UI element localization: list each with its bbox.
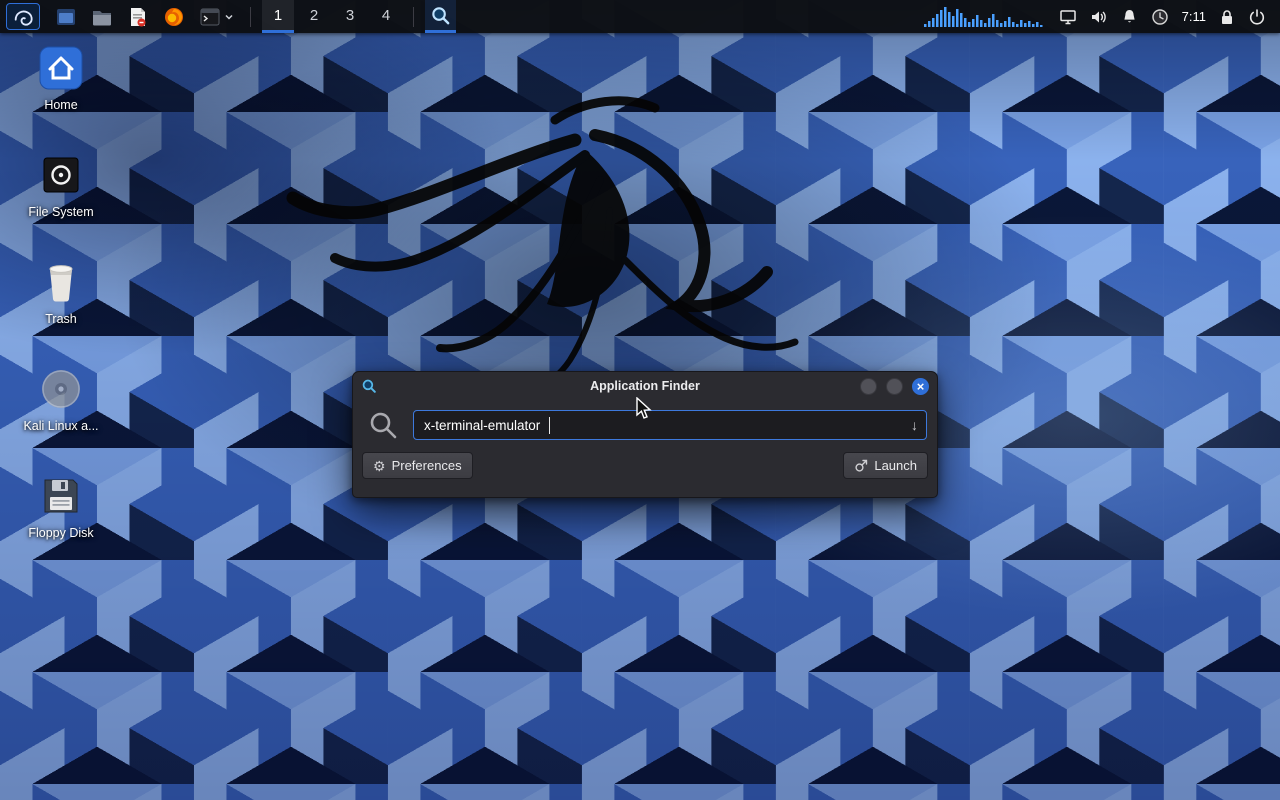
lock-icon[interactable] [1219, 8, 1235, 26]
window-title: Application Finder [353, 379, 937, 393]
search-input[interactable]: x-terminal-emulator ↓ [413, 410, 927, 440]
panel-separator [250, 7, 251, 27]
desktop-icon-label: Home [44, 98, 77, 112]
desktop-icon-trash[interactable]: Trash [12, 258, 110, 365]
power-icon[interactable] [1248, 8, 1266, 26]
trash-icon [41, 261, 81, 303]
bell-icon[interactable] [1121, 8, 1138, 26]
applications-menu-button[interactable] [6, 3, 40, 30]
launch-button-label: Launch [874, 458, 917, 473]
button-row: ⚙ Preferences Launch [353, 441, 937, 479]
audio-spectrum-icon[interactable] [924, 6, 1046, 28]
desktop-icon-filesystem[interactable]: File System [12, 151, 110, 258]
desktop-icon-home[interactable]: Home [12, 44, 110, 151]
firefox-icon [163, 6, 185, 28]
window-icon [55, 6, 77, 28]
desktop-icon-label: Kali Linux a... [23, 419, 98, 433]
chevron-down-icon [224, 12, 234, 22]
workspace-button-1[interactable]: 1 [262, 0, 294, 33]
workspace-button-2[interactable]: 2 [298, 0, 330, 33]
desktop-icon-kali-disc[interactable]: Kali Linux a... [12, 365, 110, 472]
terminal-icon [199, 6, 221, 28]
preferences-button-label: Preferences [392, 458, 462, 473]
panel-separator [413, 7, 414, 27]
search-icon [367, 409, 399, 441]
dropdown-arrow-icon[interactable]: ↓ [911, 417, 918, 433]
titlebar[interactable]: Application Finder × [353, 372, 937, 400]
taskbar-window-button[interactable] [50, 0, 82, 33]
text-editor-icon [127, 6, 149, 28]
panel-clock[interactable]: 7:11 [1182, 9, 1206, 24]
gear-icon: ⚙ [373, 459, 386, 473]
launch-icon [854, 459, 868, 473]
launch-button[interactable]: Launch [843, 452, 928, 479]
taskbar-terminal-button[interactable] [194, 0, 239, 33]
desktop-icon-label: Trash [45, 312, 77, 326]
close-button[interactable]: × [912, 378, 929, 395]
magnifier-icon [430, 5, 451, 26]
desktop-icon-floppy[interactable]: Floppy Disk [12, 472, 110, 579]
taskbar-application-finder-button[interactable] [425, 0, 456, 33]
minimize-button[interactable] [860, 378, 877, 395]
volume-icon[interactable] [1090, 8, 1108, 26]
top-panel: 1 2 3 4 [0, 0, 1280, 33]
taskbar-texteditor-button[interactable] [122, 0, 154, 33]
file-manager-icon [91, 6, 113, 28]
preferences-button[interactable]: ⚙ Preferences [362, 452, 473, 479]
workspace-button-3[interactable]: 3 [334, 0, 366, 33]
workspace-button-4[interactable]: 4 [370, 0, 402, 33]
desktop-icon-column: Home File System Trash [12, 44, 110, 579]
search-row: x-terminal-emulator ↓ [353, 400, 937, 441]
desktop-icon-label: Floppy Disk [28, 526, 93, 540]
clock-status-icon[interactable] [1151, 8, 1169, 26]
taskbar-firefox-button[interactable] [158, 0, 190, 33]
maximize-button[interactable] [886, 378, 903, 395]
panel-tray: 7:11 [924, 6, 1274, 28]
home-icon [38, 45, 84, 91]
disc-icon [39, 367, 83, 411]
display-icon[interactable] [1059, 8, 1077, 26]
text-caret [549, 417, 550, 434]
search-input-value: x-terminal-emulator [424, 418, 540, 433]
floppy-icon [40, 475, 82, 517]
desktop-icon-label: File System [28, 205, 93, 219]
application-finder-window: Application Finder × x-terminal-emulator… [352, 371, 938, 498]
kali-logo-icon [12, 6, 34, 28]
taskbar-filemanager-button[interactable] [86, 0, 118, 33]
filesystem-icon [40, 154, 82, 196]
